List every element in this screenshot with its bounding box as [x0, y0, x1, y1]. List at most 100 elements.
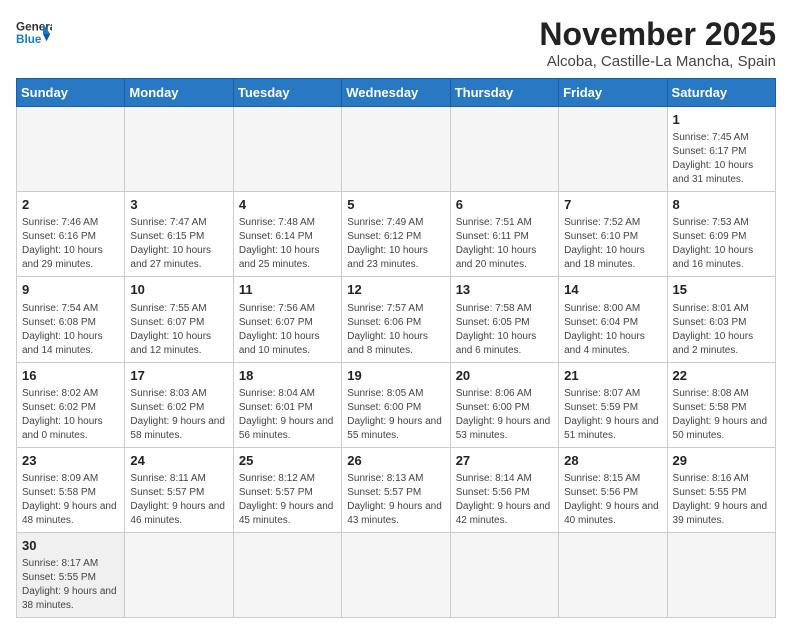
- day-number: 23: [22, 452, 119, 470]
- day-info: Sunrise: 7:49 AM Sunset: 6:12 PM Dayligh…: [347, 216, 444, 272]
- calendar-cell: 1 Sunrise: 7:45 AM Sunset: 6:17 PM Daylig…: [667, 107, 775, 192]
- svg-text:Blue: Blue: [16, 33, 42, 46]
- day-number: 25: [239, 452, 336, 470]
- calendar-cell: 7Sunrise: 7:52 AM Sunset: 6:10 PM Daylig…: [559, 192, 667, 277]
- calendar-cell: 5 Sunrise: 7:49 AM Sunset: 6:12 PM Daylig…: [342, 192, 450, 277]
- calendar-cell: [667, 532, 775, 617]
- day-number: 27: [456, 452, 553, 470]
- logo-icon: General Blue: [16, 16, 52, 52]
- day-number: 2: [22, 196, 119, 214]
- calendar-cell: [125, 107, 233, 192]
- day-number: 18: [239, 367, 336, 385]
- calendar-cell: 13 Sunrise: 7:58 AM Sunset: 6:05 PM Dayli…: [450, 277, 558, 362]
- calendar-cell: 24Sunrise: 8:11 AM Sunset: 5:57 PM Dayli…: [125, 447, 233, 532]
- day-info: Sunrise: 8:08 AM Sunset: 5:58 PM Dayligh…: [673, 387, 770, 443]
- calendar-cell: 18 Sunrise: 8:04 AM Sunset: 6:01 PM Dayli…: [233, 362, 341, 447]
- calendar-cell: 12 Sunrise: 7:57 AM Sunset: 6:06 PM Dayli…: [342, 277, 450, 362]
- calendar-cell: 28 Sunrise: 8:15 AM Sunset: 5:56 PM Dayli…: [559, 447, 667, 532]
- calendar-cell: 10 Sunrise: 7:55 AM Sunset: 6:07 PM Dayli…: [125, 277, 233, 362]
- day-info: Sunrise: 8:01 AM Sunset: 6:03 PM Dayligh…: [673, 302, 770, 358]
- calendar-cell: [450, 107, 558, 192]
- day-info: Sunrise: 7:51 AM Sunset: 6:11 PM Dayligh…: [456, 216, 553, 272]
- calendar-cell: [233, 107, 341, 192]
- day-number: 1: [673, 111, 770, 129]
- calendar-cell: 15 Sunrise: 8:01 AM Sunset: 6:03 PM Dayli…: [667, 277, 775, 362]
- day-info: Sunrise: 8:00 AM Sunset: 6:04 PM Dayligh…: [564, 302, 661, 358]
- day-info: Sunrise: 8:15 AM Sunset: 5:56 PM Dayligh…: [564, 472, 661, 528]
- calendar-cell: 30 Sunrise: 8:17 AM Sunset: 5:55 PM Dayli…: [17, 532, 125, 617]
- calendar-cell: 9Sunrise: 7:54 AM Sunset: 6:08 PM Daylig…: [17, 277, 125, 362]
- calendar-cell: 4 Sunrise: 7:48 AM Sunset: 6:14 PM Daylig…: [233, 192, 341, 277]
- day-info: Sunrise: 8:04 AM Sunset: 6:01 PM Dayligh…: [239, 387, 336, 443]
- calendar-cell: 16Sunrise: 8:02 AM Sunset: 6:02 PM Dayli…: [17, 362, 125, 447]
- weekday-header-tuesday: Tuesday: [233, 79, 341, 107]
- location-title: Alcoba, Castille-La Mancha, Spain: [539, 53, 776, 70]
- day-number: 13: [456, 281, 553, 299]
- day-number: 5: [347, 196, 444, 214]
- weekday-header-friday: Friday: [559, 79, 667, 107]
- day-info: Sunrise: 7:56 AM Sunset: 6:07 PM Dayligh…: [239, 302, 336, 358]
- calendar-cell: 3 Sunrise: 7:47 AM Sunset: 6:15 PM Daylig…: [125, 192, 233, 277]
- day-info: Sunrise: 8:12 AM Sunset: 5:57 PM Dayligh…: [239, 472, 336, 528]
- day-number: 17: [130, 367, 227, 385]
- day-number: 3: [130, 196, 227, 214]
- day-info: Sunrise: 8:17 AM Sunset: 5:55 PM Dayligh…: [22, 557, 119, 613]
- day-info: Sunrise: 8:09 AM Sunset: 5:58 PM Dayligh…: [22, 472, 119, 528]
- day-number: 4: [239, 196, 336, 214]
- day-number: 29: [673, 452, 770, 470]
- weekday-header-sunday: Sunday: [17, 79, 125, 107]
- day-number: 30: [22, 537, 119, 555]
- calendar-cell: 19Sunrise: 8:05 AM Sunset: 6:00 PM Dayli…: [342, 362, 450, 447]
- day-info: Sunrise: 7:45 AM Sunset: 6:17 PM Dayligh…: [673, 131, 770, 187]
- calendar-cell: 8Sunrise: 7:53 AM Sunset: 6:09 PM Daylig…: [667, 192, 775, 277]
- calendar-cell: 26Sunrise: 8:13 AM Sunset: 5:57 PM Dayli…: [342, 447, 450, 532]
- day-info: Sunrise: 7:55 AM Sunset: 6:07 PM Dayligh…: [130, 302, 227, 358]
- day-number: 12: [347, 281, 444, 299]
- weekday-header-row: SundayMondayTuesdayWednesdayThursdayFrid…: [17, 79, 776, 107]
- logo: General Blue: [16, 16, 52, 52]
- calendar-week-5: 23 Sunrise: 8:09 AM Sunset: 5:58 PM Dayli…: [17, 447, 776, 532]
- calendar-cell: 20Sunrise: 8:06 AM Sunset: 6:00 PM Dayli…: [450, 362, 558, 447]
- day-number: 6: [456, 196, 553, 214]
- day-number: 19: [347, 367, 444, 385]
- day-number: 22: [673, 367, 770, 385]
- calendar-cell: 22 Sunrise: 8:08 AM Sunset: 5:58 PM Dayli…: [667, 362, 775, 447]
- calendar-cell: 23 Sunrise: 8:09 AM Sunset: 5:58 PM Dayli…: [17, 447, 125, 532]
- day-number: 11: [239, 281, 336, 299]
- day-info: Sunrise: 7:47 AM Sunset: 6:15 PM Dayligh…: [130, 216, 227, 272]
- weekday-header-thursday: Thursday: [450, 79, 558, 107]
- calendar-cell: 11 Sunrise: 7:56 AM Sunset: 6:07 PM Dayli…: [233, 277, 341, 362]
- calendar-week-2: 2 Sunrise: 7:46 AM Sunset: 6:16 PM Daylig…: [17, 192, 776, 277]
- day-number: 10: [130, 281, 227, 299]
- calendar-table: SundayMondayTuesdayWednesdayThursdayFrid…: [16, 78, 776, 618]
- day-info: Sunrise: 8:03 AM Sunset: 6:02 PM Dayligh…: [130, 387, 227, 443]
- calendar-cell: [559, 107, 667, 192]
- day-info: Sunrise: 7:46 AM Sunset: 6:16 PM Dayligh…: [22, 216, 119, 272]
- day-number: 28: [564, 452, 661, 470]
- day-number: 15: [673, 281, 770, 299]
- calendar-cell: 27 Sunrise: 8:14 AM Sunset: 5:56 PM Dayli…: [450, 447, 558, 532]
- calendar-cell: 2 Sunrise: 7:46 AM Sunset: 6:16 PM Daylig…: [17, 192, 125, 277]
- day-number: 7: [564, 196, 661, 214]
- weekday-header-wednesday: Wednesday: [342, 79, 450, 107]
- day-number: 24: [130, 452, 227, 470]
- calendar-cell: 29Sunrise: 8:16 AM Sunset: 5:55 PM Dayli…: [667, 447, 775, 532]
- day-info: Sunrise: 7:48 AM Sunset: 6:14 PM Dayligh…: [239, 216, 336, 272]
- calendar-week-1: 1 Sunrise: 7:45 AM Sunset: 6:17 PM Daylig…: [17, 107, 776, 192]
- page-header: General Blue November 2025 Alcoba, Casti…: [16, 16, 776, 70]
- day-number: 20: [456, 367, 553, 385]
- day-info: Sunrise: 7:57 AM Sunset: 6:06 PM Dayligh…: [347, 302, 444, 358]
- day-info: Sunrise: 7:58 AM Sunset: 6:05 PM Dayligh…: [456, 302, 553, 358]
- day-info: Sunrise: 7:54 AM Sunset: 6:08 PM Dayligh…: [22, 302, 119, 358]
- month-title: November 2025: [539, 16, 776, 53]
- calendar-cell: [450, 532, 558, 617]
- title-block: November 2025 Alcoba, Castille-La Mancha…: [539, 16, 776, 70]
- calendar-cell: [342, 532, 450, 617]
- day-info: Sunrise: 8:14 AM Sunset: 5:56 PM Dayligh…: [456, 472, 553, 528]
- day-number: 21: [564, 367, 661, 385]
- calendar-week-4: 16Sunrise: 8:02 AM Sunset: 6:02 PM Dayli…: [17, 362, 776, 447]
- calendar-cell: [17, 107, 125, 192]
- calendar-cell: 14Sunrise: 8:00 AM Sunset: 6:04 PM Dayli…: [559, 277, 667, 362]
- day-info: Sunrise: 8:13 AM Sunset: 5:57 PM Dayligh…: [347, 472, 444, 528]
- weekday-header-saturday: Saturday: [667, 79, 775, 107]
